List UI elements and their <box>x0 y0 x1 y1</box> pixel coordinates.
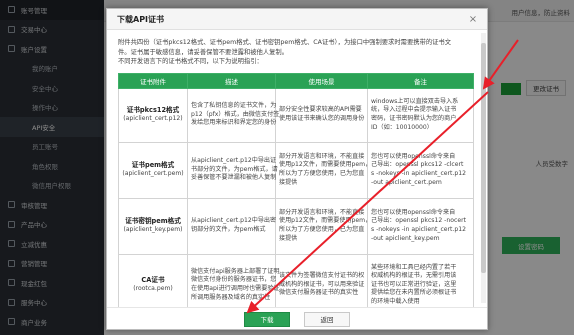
intro-line: 件。证书属于敏感信息，请妥善保管不要泄露和被他人复制。 <box>118 48 289 56</box>
table-cell: 从apiclient_cert.p12中导出证 书部分的文件，为pem格式，请 妥善… <box>187 141 278 199</box>
cell-line: 密码，证书密码默认为您的商户 <box>371 115 457 122</box>
cert-file: (apiclient_cert.p12) <box>123 115 183 123</box>
cert-name: 证书密钥pem格式 <box>125 217 181 226</box>
cert-name-cell: CA证书 (rootca.pem) <box>118 253 188 307</box>
column-header: 描述 <box>187 72 276 89</box>
cell-line: 在使用api进行调用时也需要验证 <box>191 285 280 292</box>
cert-file: (apiclient_key.pem) <box>123 226 183 234</box>
table-row: CA证书 (rootca.pem) 微信支付api服务器上部署了证明 微信支付身份的服… <box>118 253 474 307</box>
cert-table: 证书附件 描述 使用场景 备注 证书pkcs12格式 (apiclient_cer… <box>118 72 474 307</box>
intro-line: 附件共四份（证书pkcs12格式、证书pem格式、证书密钥pem格式、CA证书）… <box>118 39 452 46</box>
download-cert-dialog: 下载API证书 × 附件共四份（证书pkcs12格式、证书pem格式、证书密钥p… <box>106 8 488 330</box>
download-button[interactable]: 下载 <box>244 311 290 327</box>
cell-line: 从apiclient_cert.p12中导出证 <box>191 157 277 165</box>
table-row: 证书pkcs12格式 (apiclient_cert.p12) 包含了私钥信息的证书… <box>118 87 474 143</box>
dialog-scrollbar[interactable] <box>481 33 486 303</box>
cell-line: 从apiclient_cert.p12中导出密 <box>191 217 277 225</box>
scrollbar-thumb[interactable] <box>481 43 486 273</box>
table-cell: windows上可以直接双击导入系 统，导入过程中会提示输入证书 密码，证书密码默认… <box>367 87 474 143</box>
cell-line: 的环境中载入使用 <box>371 297 420 305</box>
table-cell: 部分安全性要求较高的API需要 使用该证书来确认您的调用身份 <box>275 87 368 143</box>
table-cell: 部分开发语言和环境，不能直接 使用p12文件，而需要使用pem， 所以为了方便您使用… <box>275 141 372 199</box>
cell-line: 统，导入过程中会提示输入证书 <box>371 106 457 114</box>
cell-line: 所调用服务器及域名的真实性 <box>191 293 271 301</box>
close-icon[interactable]: × <box>467 13 479 25</box>
table-row: 证书密钥pem格式 (apiclient_key.pem) 从apiclient_c… <box>118 197 474 255</box>
cell-line: 部分安全性要求较高的API需要 <box>279 106 362 114</box>
cert-name-cell: 证书密钥pem格式 (apiclient_key.pem) <box>118 197 188 255</box>
cell-line: 发给您用来标识和界定您的身份 <box>191 119 277 127</box>
cell-line: 所以为了方便您使用，已为您直 <box>279 226 365 233</box>
cell-line: 所以为了方便您使用，已为您直 <box>279 170 365 177</box>
table-cell: 部分开发语言和环境，不能直接 使用p12文件，而需要使用pem， 所以为了方便您使用… <box>275 197 372 255</box>
intro-line: 不同开发语言下的证书格式不同，以下为说明指引： <box>118 58 263 65</box>
cell-line: 包含了私钥信息的证书文件，为 <box>191 102 277 110</box>
cell-line: 接提供 <box>279 234 298 242</box>
column-header: 使用场景 <box>275 72 368 89</box>
dialog-body: 附件共四份（证书pkcs12格式、证书pem格式、证书密钥pem格式、CA证书）… <box>107 31 489 307</box>
cell-line: 使用p12文件，而需要使用pem， <box>279 161 372 169</box>
cert-name: 证书pem格式 <box>131 161 175 170</box>
cell-line: ID（如：10010000） <box>371 123 433 131</box>
cell-line: 威机构的根证书，可以用来验证 <box>279 280 365 288</box>
table-cell: 您也可以使用openssl命令来自 己导出：openssl pkcs12 -noc… <box>367 197 474 255</box>
cell-line: 钥部分的文件，为pem格式 <box>191 226 266 233</box>
cell-line: -out apiclient_key.pem <box>371 234 440 242</box>
cert-name: 证书pkcs12格式 <box>126 106 180 115</box>
cell-line: 书部分的文件，为pem格式，请 <box>191 165 278 173</box>
back-button[interactable]: 返回 <box>304 311 350 327</box>
cell-line: 己导出：openssl pkcs12 -clcert <box>371 161 464 169</box>
table-cell: 从apiclient_cert.p12中导出密 钥部分的文件，为pem格式 <box>187 197 277 255</box>
cell-line: -out apiclient_cert.pem <box>371 178 442 186</box>
cell-line: 某些环境和工具已经内置了若干 <box>371 263 457 271</box>
cert-file: (apiclient_cert.pem) <box>122 170 184 178</box>
dialog-footer: 下载 返回 <box>107 307 487 330</box>
table-cell: 包含了私钥信息的证书文件，为 p12（pfx）格式，由微信支付签 发给您用来标识和界… <box>187 87 280 143</box>
cell-line: 微信支付服务器证书的真实性 <box>279 289 359 297</box>
table-header-row: 证书附件 描述 使用场景 备注 <box>118 72 474 89</box>
table-cell: 微信支付api服务器上部署了证明 微信支付身份的服务器证书，您 在使用api进行调用… <box>187 253 280 307</box>
cell-line: 使用该证书来确认您的调用身份 <box>279 115 365 122</box>
cert-name-cell: 证书pkcs12格式 (apiclient_cert.p12) <box>118 87 188 143</box>
cell-line: 己导出：openssl pkcs12 -nocert <box>371 217 466 225</box>
cell-line: 接提供 <box>279 178 298 186</box>
column-header: 备注 <box>367 72 474 89</box>
cell-line: 该文件为签署微信支付证书的权 <box>279 272 365 280</box>
cell-line: s -nokeys -in apiclient_cert.p12 <box>371 170 467 177</box>
cert-name: CA证书 <box>141 276 165 285</box>
dialog-header: 下载API证书 × <box>107 9 487 30</box>
cell-line: p12（pfx）格式，由微信支付签 <box>191 110 280 118</box>
table-cell: 该文件为签署微信支付证书的权 威机构的根证书，可以用来验证 微信支付服务器证书的真实… <box>275 253 368 307</box>
cert-name-cell: 证书pem格式 (apiclient_cert.pem) <box>118 141 188 199</box>
cell-line: 使用p12文件，而需要使用pem， <box>279 217 372 225</box>
cell-line: 权威机构的根证书，无需引用该 <box>371 272 457 280</box>
dialog-title: 下载API证书 <box>117 14 165 24</box>
cell-line: 微信支付身份的服务器证书，您 <box>191 276 277 284</box>
column-header: 证书附件 <box>118 72 188 89</box>
cell-line: 提供给您在未内置所必须根证书 <box>371 289 457 297</box>
table-row: 证书pem格式 (apiclient_cert.pem) 从apiclient_ce… <box>118 141 474 199</box>
cell-line: 证书也可以正常进行验证，这里 <box>371 280 457 288</box>
cell-line: s -nokeys -in apiclient_cert.p12 <box>371 226 467 233</box>
cell-line: 妥善保管不要泄漏和被他人复制 <box>191 174 277 182</box>
cert-file: (rootca.pem) <box>133 285 173 293</box>
table-cell: 某些环境和工具已经内置了若干 权威机构的根证书，无需引用该 证书也可以正常进行验证，… <box>367 253 474 307</box>
intro-text: 附件共四份（证书pkcs12格式、证书pem格式、证书密钥pem格式、CA证书）… <box>118 38 479 67</box>
table-cell: 您也可以使用openssl命令来自 己导出：openssl pkcs12 -clc… <box>367 141 474 199</box>
